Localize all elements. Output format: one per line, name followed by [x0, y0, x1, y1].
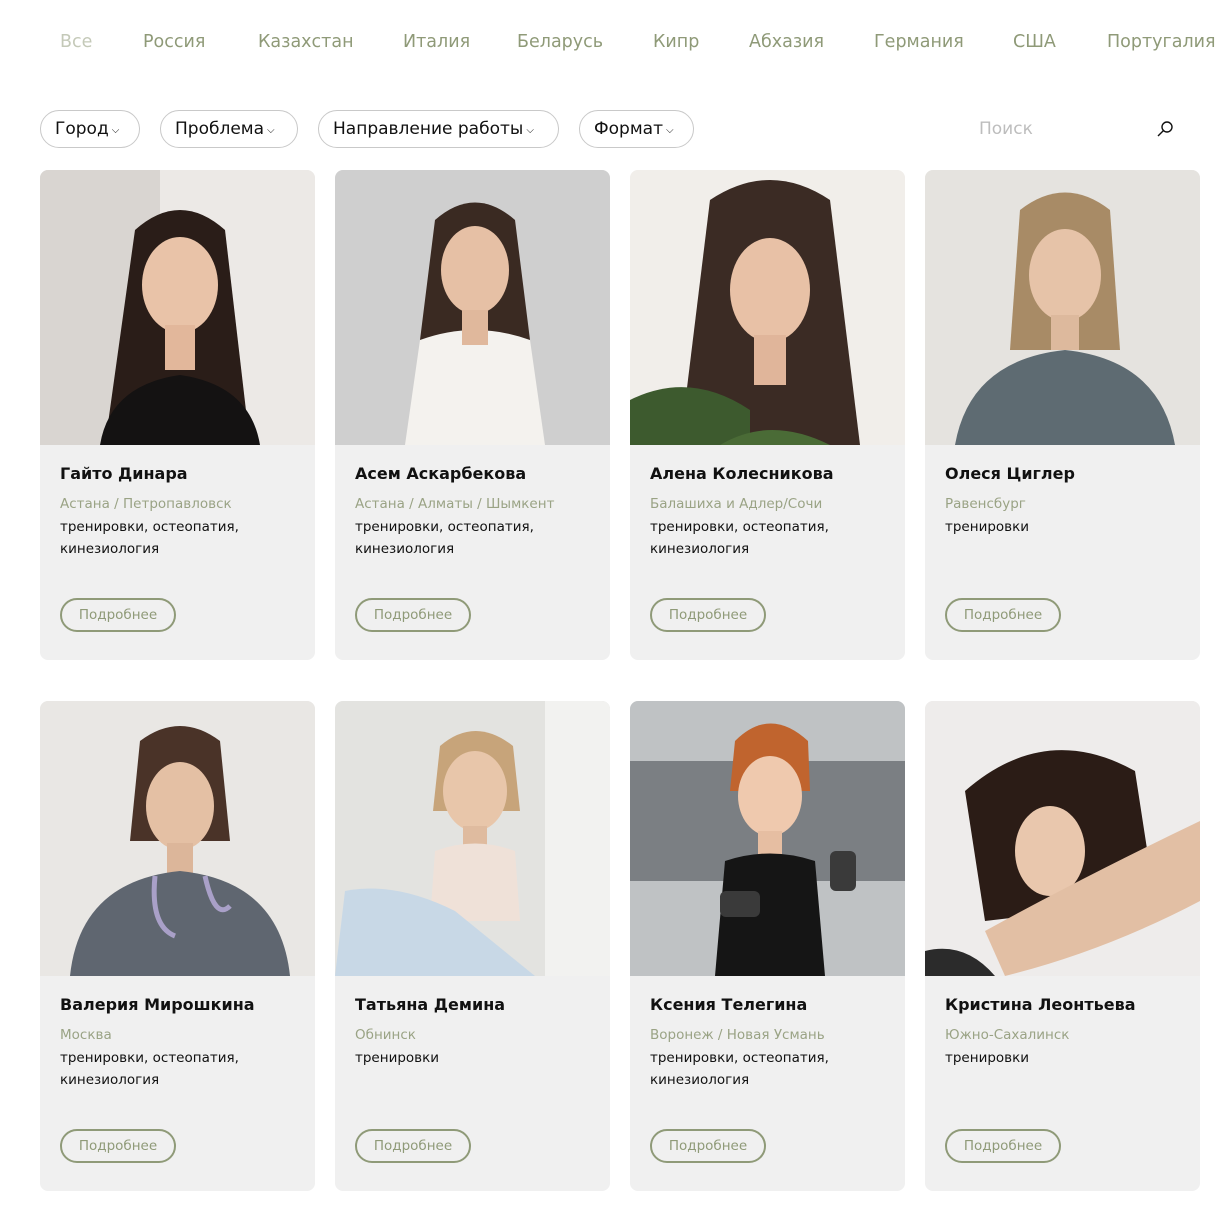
country-tabs: Все Россия Казахстан Италия Беларусь Кип… [0, 26, 1222, 58]
specialist-card: Алена Колесникова Балашиха и Адлер/Сочи … [630, 170, 905, 660]
direction-filter-dropdown[interactable]: Направление работы ⌵ [318, 110, 559, 148]
specialist-card: Олеся Циглер Равенсбург тренировки Подро… [925, 170, 1200, 660]
specialist-name: Алена Колесникова [650, 464, 834, 483]
specialist-city: Астана / Петропавловск [60, 496, 232, 512]
search-box [975, 110, 1185, 148]
specialist-city: Астана / Алматы / Шымкент [355, 496, 555, 512]
specialist-services: тренировки, остеопатия, кинезиология [60, 519, 239, 557]
details-button[interactable]: Подробнее [355, 1129, 471, 1163]
chevron-down-icon: ⌵ [267, 124, 275, 136]
specialist-name: Татьяна Демина [355, 995, 506, 1014]
city-filter-label: Город [55, 119, 109, 139]
specialist-city: Обнинск [355, 1027, 416, 1043]
format-filter-label: Формат [594, 119, 663, 139]
specialist-services: тренировки [355, 1050, 440, 1066]
specialist-name: Ксения Телегина [650, 995, 808, 1014]
tab-russia[interactable]: Россия [143, 26, 205, 58]
tab-germany[interactable]: Германия [874, 26, 964, 58]
tab-italy[interactable]: Италия [403, 26, 470, 58]
specialist-card: Кристина Леонтьева Южно-Сахалинск тренир… [925, 701, 1200, 1191]
tab-cyprus[interactable]: Кипр [653, 26, 699, 58]
details-button[interactable]: Подробнее [650, 1129, 766, 1163]
search-icon[interactable] [1155, 119, 1175, 139]
tab-all[interactable]: Все [60, 26, 92, 58]
specialist-photo [630, 701, 905, 976]
specialist-photo [335, 170, 610, 445]
details-button[interactable]: Подробнее [60, 598, 176, 632]
specialist-card: Гайто Динара Астана / Петропавловск трен… [40, 170, 315, 660]
chevron-down-icon: ⌵ [526, 124, 534, 136]
tab-belarus[interactable]: Беларусь [517, 26, 603, 58]
specialist-services: тренировки [945, 519, 1030, 535]
specialist-name: Кристина Леонтьева [945, 995, 1136, 1014]
search-input[interactable] [975, 119, 1153, 139]
tab-portugal[interactable]: Португалия [1107, 26, 1216, 58]
city-filter-dropdown[interactable]: Город ⌵ [40, 110, 140, 148]
specialist-name: Олеся Циглер [945, 464, 1075, 483]
specialist-card: Асем Аскарбекова Астана / Алматы / Шымке… [335, 170, 610, 660]
tab-abkhazia[interactable]: Абхазия [749, 26, 824, 58]
specialist-name: Асем Аскарбекова [355, 464, 527, 483]
details-button[interactable]: Подробнее [60, 1129, 176, 1163]
tab-kazakhstan[interactable]: Казахстан [258, 26, 354, 58]
specialist-services: тренировки, остеопатия, кинезиология [650, 1050, 829, 1088]
specialist-city: Равенсбург [945, 496, 1026, 512]
specialist-card: Татьяна Демина Обнинск тренировки Подроб… [335, 701, 610, 1191]
specialist-services: тренировки, остеопатия, кинезиология [355, 519, 534, 557]
chevron-down-icon: ⌵ [665, 124, 674, 136]
specialist-card: Валерия Мирошкина Москва тренировки, ост… [40, 701, 315, 1191]
details-button[interactable]: Подробнее [945, 1129, 1061, 1163]
specialist-photo [925, 701, 1200, 976]
problem-filter-label: Проблема [175, 119, 265, 139]
details-button[interactable]: Подробнее [355, 598, 471, 632]
specialist-photo [630, 170, 905, 445]
specialist-photo [925, 170, 1200, 445]
specialist-city: Воронеж / Новая Усмань [650, 1027, 825, 1043]
tab-usa[interactable]: США [1013, 26, 1056, 58]
format-filter-dropdown[interactable]: Формат ⌵ [579, 110, 694, 148]
specialist-city: Южно-Сахалинск [945, 1027, 1070, 1043]
specialist-services: тренировки, остеопатия, кинезиология [650, 519, 829, 557]
specialist-city: Москва [60, 1027, 112, 1043]
details-button[interactable]: Подробнее [650, 598, 766, 632]
specialist-services: тренировки, остеопатия, кинезиология [60, 1050, 239, 1088]
specialist-card: Ксения Телегина Воронеж / Новая Усмань т… [630, 701, 905, 1191]
direction-filter-label: Направление работы [333, 119, 524, 139]
specialist-photo [40, 170, 315, 445]
details-button[interactable]: Подробнее [945, 598, 1061, 632]
specialist-city: Балашиха и Адлер/Сочи [650, 496, 823, 512]
specialist-photo [40, 701, 315, 976]
problem-filter-dropdown[interactable]: Проблема ⌵ [160, 110, 298, 148]
specialist-photo [335, 701, 610, 976]
specialist-services: тренировки [945, 1050, 1030, 1066]
specialist-name: Гайто Динара [60, 464, 188, 483]
chevron-down-icon: ⌵ [111, 124, 120, 136]
specialist-name: Валерия Мирошкина [60, 995, 255, 1014]
